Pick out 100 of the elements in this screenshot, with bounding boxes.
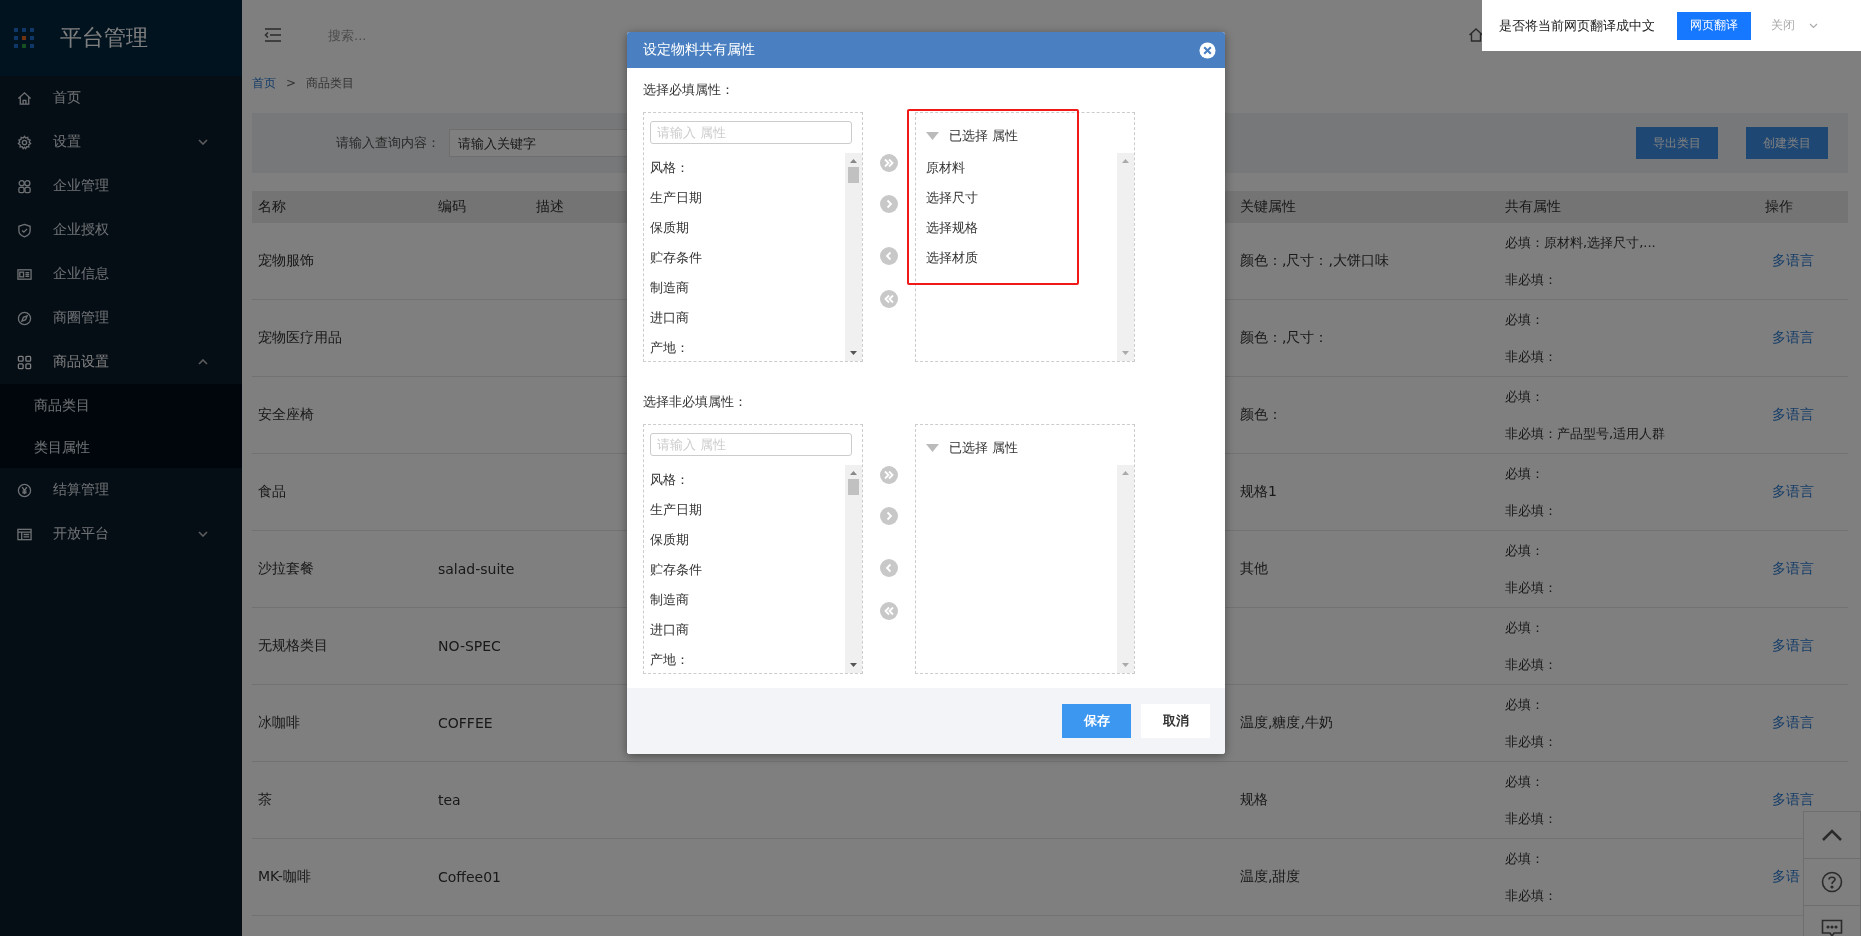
- scrollbar[interactable]: [1117, 153, 1134, 361]
- double-chevron-left-icon[interactable]: [880, 290, 898, 308]
- table-cell-text: 非必填：: [1505, 501, 1558, 520]
- selected-item[interactable]: 选择尺寸: [926, 183, 1117, 213]
- table-cell: 规格: [1240, 791, 1268, 807]
- table-link[interactable]: 多语言: [1772, 329, 1814, 345]
- close-icon[interactable]: [1199, 41, 1216, 59]
- column-header: 名称: [258, 198, 286, 214]
- chevron-icon[interactable]: [1809, 22, 1818, 29]
- triangle-icon[interactable]: [926, 443, 939, 452]
- menu-icon[interactable]: [264, 28, 282, 42]
- selected-header: 已选择 属性: [949, 438, 1019, 457]
- sidebar-item[interactable]: 商品设置: [0, 340, 242, 384]
- table-link[interactable]: 多语言: [1772, 252, 1814, 268]
- option-item[interactable]: 生产日期: [650, 183, 845, 213]
- option-item[interactable]: 制造商: [650, 273, 845, 303]
- column-header: 描述: [536, 198, 564, 214]
- table-link[interactable]: 多语言: [1772, 483, 1814, 499]
- section-label: 选择必填属性：: [643, 81, 735, 99]
- yen-icon: [17, 482, 32, 498]
- table-link[interactable]: 多语言: [1772, 791, 1814, 807]
- table-link[interactable]: 多语: [1772, 868, 1800, 884]
- option-item[interactable]: 进口商: [650, 303, 845, 333]
- selected-item[interactable]: 原材料: [926, 153, 1117, 183]
- sidebar-item[interactable]: 企业管理: [0, 164, 242, 208]
- option-item[interactable]: 保质期: [650, 525, 845, 555]
- card-icon: [17, 266, 32, 282]
- table-cell-text: 必填：: [1505, 310, 1545, 329]
- home-icon[interactable]: [1468, 27, 1484, 43]
- scrollbar[interactable]: [845, 153, 862, 361]
- panel-icon: [17, 526, 32, 542]
- table-cell: 其他: [1240, 560, 1268, 576]
- section-label: 选择非必填属性：: [643, 393, 748, 411]
- column-header: 操作: [1765, 198, 1793, 214]
- triangle-icon[interactable]: [926, 131, 939, 140]
- table-cell-text: 必填：: [1505, 387, 1545, 406]
- selected-item[interactable]: 选择材质: [926, 243, 1117, 273]
- sidebar-item[interactable]: 开放平台: [0, 512, 242, 556]
- double-chevron-right-icon[interactable]: [880, 466, 898, 484]
- table-link[interactable]: 多语言: [1772, 560, 1814, 576]
- compass-icon: [17, 310, 32, 326]
- chevron-left-icon[interactable]: [880, 247, 898, 265]
- cancel-button[interactable]: 取消: [1141, 704, 1210, 738]
- chevron-icon: [198, 531, 208, 537]
- sidebar-item[interactable]: 企业信息: [0, 252, 242, 296]
- close-link[interactable]: 关闭: [1765, 16, 1801, 35]
- double-chevron-right-icon[interactable]: [880, 154, 898, 172]
- shield-icon: [17, 222, 32, 238]
- option-item[interactable]: 风格：: [650, 465, 845, 495]
- option-item[interactable]: 产地：: [650, 333, 845, 363]
- sidebar-item[interactable]: 结算管理: [0, 468, 242, 512]
- chevron-icon: [198, 139, 208, 145]
- sidebar-item[interactable]: 设置: [0, 120, 242, 164]
- option-item[interactable]: 产地：: [650, 645, 845, 675]
- option-item[interactable]: 制造商: [650, 585, 845, 615]
- translate-button[interactable]: 网页翻译: [1677, 11, 1751, 40]
- table-cell: 沙拉套餐: [258, 560, 314, 576]
- scrollbar[interactable]: [1117, 465, 1134, 673]
- apps-icon: [17, 178, 32, 194]
- chevron-right-icon[interactable]: [880, 507, 898, 525]
- table-cell-text: 非必填：: [1505, 578, 1558, 597]
- grid-icon: [17, 354, 32, 370]
- chevron-left-icon[interactable]: [880, 559, 898, 577]
- table-cell: salad-suite: [438, 561, 515, 577]
- double-chevron-left-icon[interactable]: [880, 602, 898, 620]
- table-cell: COFFEE: [438, 715, 493, 731]
- breadcrumb-link[interactable]: 首页: [252, 74, 276, 92]
- table-link[interactable]: 多语言: [1772, 406, 1814, 422]
- table-cell: 颜色：,尺寸：: [1240, 329, 1329, 345]
- selected-header: 已选择 属性: [949, 126, 1019, 145]
- logo-icon: [14, 28, 34, 48]
- sidebar-item[interactable]: 商圈管理: [0, 296, 242, 340]
- option-item[interactable]: 进口商: [650, 615, 845, 645]
- home-icon: [17, 90, 32, 106]
- save-button[interactable]: 保存: [1062, 704, 1131, 738]
- sidebar-item[interactable]: 企业授权: [0, 208, 242, 252]
- submenu-item[interactable]: 商品类目: [0, 384, 242, 426]
- scrollbar[interactable]: [845, 465, 862, 673]
- table-cell-text: 非必填：产品型号,适用人群: [1505, 424, 1667, 443]
- table-link[interactable]: 多语言: [1772, 637, 1814, 653]
- selected-item[interactable]: 选择规格: [926, 213, 1117, 243]
- sidebar-item[interactable]: 首页: [0, 76, 242, 120]
- option-item[interactable]: 保质期: [650, 213, 845, 243]
- option-item[interactable]: 生产日期: [650, 495, 845, 525]
- option-item[interactable]: 贮存条件: [650, 555, 845, 585]
- table-cell: NO-SPEC: [438, 638, 501, 654]
- table-cell-text: 必填：: [1505, 541, 1545, 560]
- chevron-right-icon[interactable]: [880, 195, 898, 213]
- table-cell-text: 非必填：: [1505, 347, 1558, 366]
- export-button[interactable]: 导出类目: [1636, 127, 1718, 159]
- table-cell: 温度,甜度: [1240, 868, 1301, 884]
- breadcrumb-item: 商品类目: [306, 74, 355, 92]
- submenu-item[interactable]: 类目属性: [0, 426, 242, 468]
- table-cell-text: 非必填：: [1505, 270, 1558, 289]
- option-item[interactable]: 贮存条件: [650, 243, 845, 273]
- column-header: 共有属性: [1505, 198, 1561, 214]
- create-button[interactable]: 创建类目: [1746, 127, 1828, 159]
- table-link[interactable]: 多语言: [1772, 714, 1814, 730]
- table-cell: 无规格类目: [258, 637, 328, 653]
- table-cell-text: 必填：原材料,选择尺寸,...: [1505, 233, 1657, 252]
